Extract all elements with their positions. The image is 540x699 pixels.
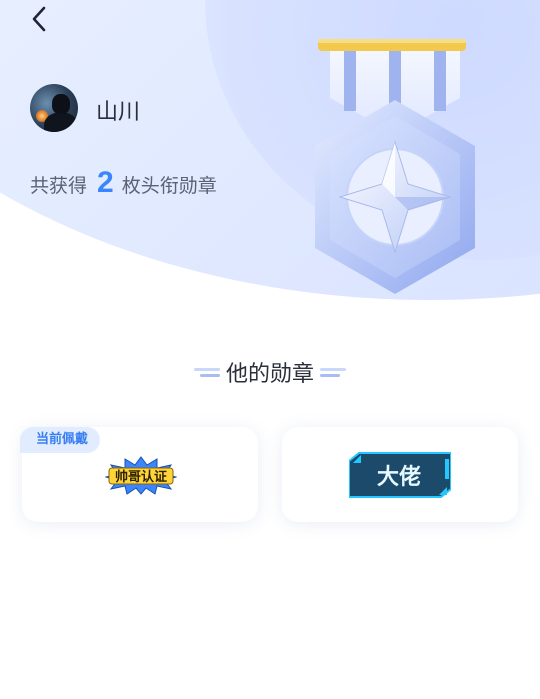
right-deco-icon — [320, 368, 346, 377]
left-deco-icon — [193, 368, 220, 377]
badge-bigshot-icon: 大佬 — [349, 452, 451, 498]
current-wearing-tag: 当前佩戴 — [20, 427, 101, 453]
section-header: 他的勋章 — [0, 356, 540, 388]
badge-count: 2 — [97, 166, 114, 199]
chevron-left-icon — [32, 6, 46, 32]
badge-handsome-icon: 帅哥认证 — [105, 456, 177, 495]
badge-bigshot-label: 大佬 — [377, 465, 421, 490]
badge-card-bigshot[interactable]: 大佬 — [282, 427, 518, 522]
user-avatar[interactable] — [30, 84, 78, 132]
badge-count-summary: 共获得 2 枚头衔勋章 — [30, 166, 217, 200]
badge-handsome-label: 帅哥认证 — [115, 469, 167, 485]
medal-icon — [300, 34, 490, 304]
back-button[interactable] — [22, 2, 56, 36]
username: 山川 — [96, 100, 141, 125]
summary-prefix: 共获得 — [30, 175, 88, 197]
summary-suffix: 枚头衔勋章 — [121, 175, 217, 197]
badge-card-handsome[interactable]: 当前佩戴 帅哥认证 — [20, 427, 258, 522]
section-title: 他的勋章 — [225, 362, 314, 387]
